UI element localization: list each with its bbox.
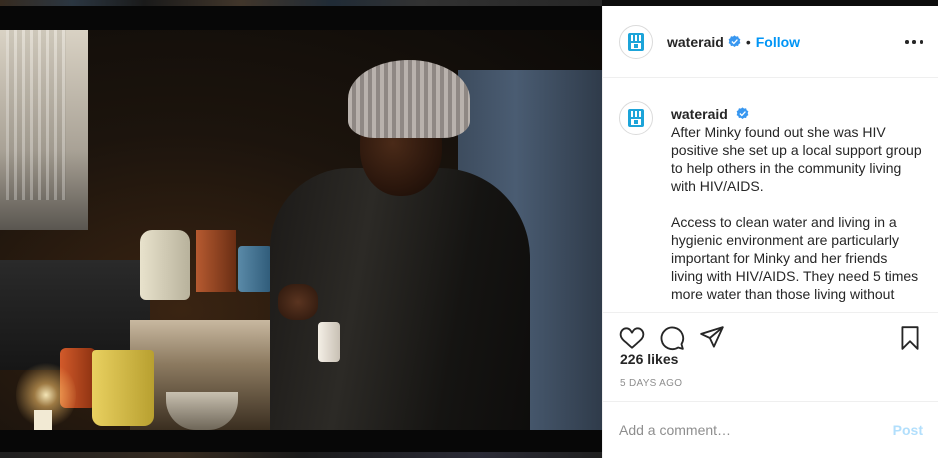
caption-username[interactable]: wateraid (671, 105, 923, 123)
background-feed-strip (0, 452, 602, 458)
bookmark-icon[interactable] (897, 325, 923, 351)
background-feed-strip (0, 0, 602, 6)
follow-button[interactable]: Follow (756, 34, 800, 50)
photo-person-hand (278, 284, 318, 320)
action-bar (603, 312, 938, 354)
wateraid-logo-icon (628, 32, 644, 51)
photo-kettle (140, 230, 190, 300)
photo-person-beanie (348, 60, 470, 138)
comment-form: Post (603, 401, 938, 458)
post-caption: wateraid After Minky found out she was H… (671, 99, 923, 311)
post-details-panel: wateraid • Follow wateraid After Minky f… (602, 6, 938, 458)
caption-username-text[interactable]: wateraid (671, 106, 728, 122)
separator-dot: • (745, 33, 751, 50)
comment-bubble-icon[interactable] (659, 325, 685, 351)
comment-input[interactable] (619, 422, 893, 438)
post-timestamp[interactable]: 5 DAYS AGO (620, 378, 682, 389)
wateraid-logo-icon (628, 109, 644, 127)
photo-candle (34, 410, 52, 430)
account-username[interactable]: wateraid (667, 34, 724, 50)
post-comment-button[interactable]: Post (893, 422, 923, 438)
more-dot (912, 40, 916, 44)
caption-area[interactable]: wateraid After Minky found out she was H… (603, 79, 938, 311)
verified-badge-icon (736, 107, 749, 120)
more-dot (905, 40, 909, 44)
more-dot (919, 40, 923, 44)
avatar[interactable] (619, 24, 653, 59)
photo-blue-cup (238, 246, 272, 292)
caption-avatar[interactable] (619, 101, 653, 135)
photo-tin (196, 230, 236, 292)
caption-text: After Minky found out she was HIV positi… (671, 124, 922, 302)
more-options-icon[interactable] (905, 32, 923, 52)
post-header: wateraid • Follow (603, 6, 938, 78)
backdrop-top-strip (0, 0, 602, 30)
backdrop-bottom-strip (0, 430, 602, 458)
post-photo[interactable] (0, 30, 602, 430)
heart-icon[interactable] (619, 325, 645, 351)
paper-plane-icon[interactable] (699, 325, 725, 351)
photo-medicine-bottle (318, 322, 340, 362)
verified-badge-icon (728, 35, 741, 48)
photo-mug (92, 350, 154, 426)
likes-count[interactable]: 226 likes (620, 351, 678, 367)
photo-window (0, 30, 88, 230)
